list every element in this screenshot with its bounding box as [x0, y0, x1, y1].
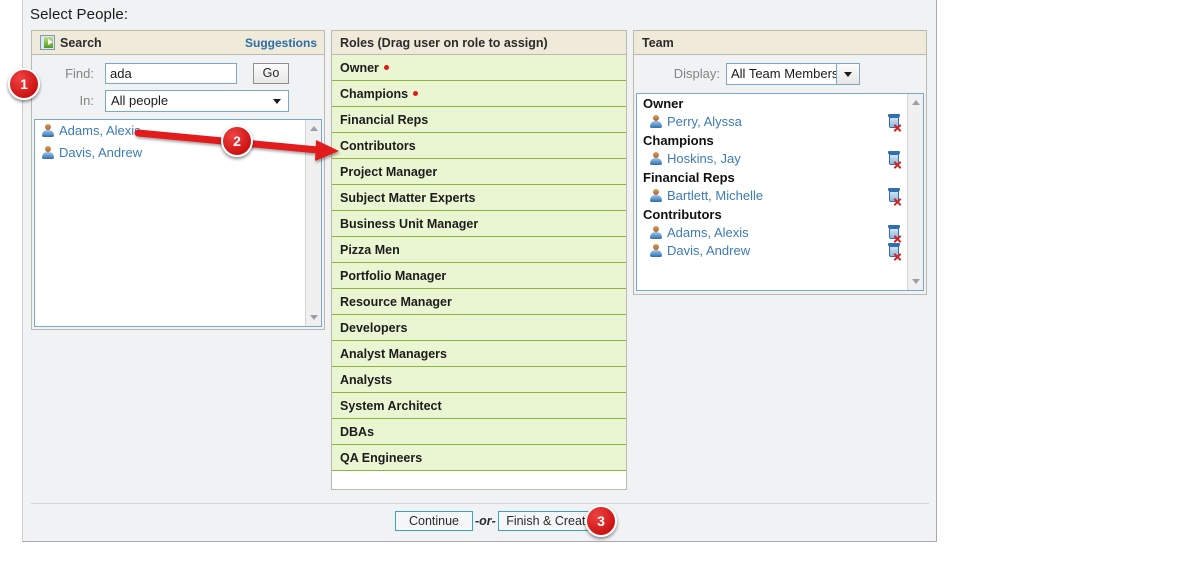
role-label: Project Manager	[340, 165, 438, 179]
role-row[interactable]: Developers	[332, 315, 626, 341]
callout-badge-3: 3	[585, 505, 617, 537]
role-row[interactable]: Owner	[332, 55, 626, 81]
role-label: Analyst Managers	[340, 347, 447, 361]
team-member-row[interactable]: Adams, Alexis	[637, 224, 923, 243]
role-row[interactable]: DBAs	[332, 419, 626, 445]
remove-member-icon[interactable]	[887, 151, 902, 169]
role-label: Champions	[340, 87, 409, 101]
team-panel-header: Team	[634, 31, 926, 55]
find-row: Find: Go	[32, 63, 324, 87]
search-icon	[40, 35, 55, 50]
person-icon	[41, 146, 54, 159]
callout-badge-1: 1	[8, 68, 40, 100]
role-label: Pizza Men	[340, 243, 400, 257]
scroll-down-icon[interactable]	[306, 309, 322, 325]
role-label: QA Engineers	[340, 451, 423, 465]
find-label: Find:	[65, 66, 94, 81]
team-group-title: Contributors	[643, 207, 722, 222]
display-label: Display:	[673, 66, 720, 81]
team-group-title: Owner	[643, 96, 684, 111]
role-label: Financial Reps	[340, 113, 429, 127]
team-member-row[interactable]: Perry, Alyssa	[637, 113, 923, 132]
search-panel-title: Search	[60, 36, 102, 50]
in-label: In:	[79, 93, 94, 108]
footer-divider	[31, 503, 929, 504]
person-icon	[649, 244, 662, 257]
role-label: Analysts	[340, 373, 393, 387]
role-row[interactable]: QA Engineers	[332, 445, 626, 471]
role-row[interactable]: Contributors	[332, 133, 626, 159]
team-member-row[interactable]: Davis, Andrew	[637, 242, 923, 261]
in-row: In: All people	[32, 90, 324, 114]
scope-select[interactable]: All people	[105, 90, 289, 112]
role-row[interactable]: Subject Matter Experts	[332, 185, 626, 211]
team-list[interactable]: Owner Perry, Alyssa Champions Hoskins, Jay F…	[636, 93, 924, 291]
required-dot-icon	[413, 91, 419, 96]
continue-button[interactable]: Continue	[395, 511, 473, 531]
role-label: DBAs	[340, 425, 375, 439]
role-row[interactable]: Project Manager	[332, 159, 626, 185]
team-member-name[interactable]: Davis, Andrew	[667, 243, 750, 258]
scroll-down-icon[interactable]	[908, 273, 924, 289]
person-icon	[649, 115, 662, 128]
team-member-name[interactable]: Perry, Alyssa	[667, 114, 742, 129]
role-row[interactable]: Pizza Men	[332, 237, 626, 263]
required-dot-icon	[383, 65, 389, 70]
role-row[interactable]: Business Unit Manager	[332, 211, 626, 237]
role-label: Business Unit Manager	[340, 217, 479, 231]
team-member-row[interactable]: Bartlett, Michelle	[637, 187, 923, 206]
role-label: Subject Matter Experts	[340, 191, 476, 205]
team-list-scrollbar[interactable]	[907, 94, 923, 290]
role-row[interactable]: System Architect	[332, 393, 626, 419]
role-row[interactable]: Portfolio Manager	[332, 263, 626, 289]
person-icon	[41, 124, 54, 137]
remove-member-icon[interactable]	[887, 188, 902, 206]
role-label: Portfolio Manager	[340, 269, 447, 283]
or-separator: -or-	[475, 514, 496, 528]
role-label: Resource Manager	[340, 295, 452, 309]
team-group-title: Champions	[643, 133, 714, 148]
search-input[interactable]	[105, 63, 237, 84]
team-member-name[interactable]: Bartlett, Michelle	[667, 188, 763, 203]
scope-select-value: All people	[111, 93, 169, 108]
display-select-value: All Team Members	[731, 66, 839, 81]
person-icon	[649, 152, 662, 165]
roles-panel-header: Roles (Drag user on role to assign)	[332, 31, 626, 55]
page-title: Select People:	[30, 6, 129, 23]
role-label: Owner	[340, 61, 379, 75]
role-row[interactable]: Analysts	[332, 367, 626, 393]
search-panel-header: Search Suggestions	[32, 31, 324, 55]
display-select[interactable]: All Team Members	[726, 63, 860, 85]
chevron-down-icon[interactable]	[836, 64, 859, 84]
select-people-window: Select People: Search Suggestions Find: …	[22, 0, 937, 542]
roles-panel: Roles (Drag user on role to assign) Owne…	[331, 30, 627, 490]
go-button[interactable]: Go	[253, 63, 289, 84]
roles-list: Owner Champions Financial Reps Contributors…	[332, 55, 626, 471]
remove-member-icon[interactable]	[887, 225, 902, 243]
team-member-name[interactable]: Adams, Alexis	[667, 225, 749, 240]
chevron-down-icon	[273, 99, 281, 104]
person-icon	[649, 189, 662, 202]
remove-member-icon[interactable]	[887, 243, 902, 261]
role-row[interactable]: Analyst Managers	[332, 341, 626, 367]
role-row[interactable]: Financial Reps	[332, 107, 626, 133]
footer-bar: Continue -or- Finish & Create!	[23, 511, 936, 541]
search-panel: Search Suggestions Find: Go In: All peop…	[31, 30, 325, 330]
team-member-row[interactable]: Hoskins, Jay	[637, 150, 923, 169]
suggestions-link[interactable]: Suggestions	[245, 31, 317, 55]
display-row: Display: All Team Members	[634, 63, 926, 87]
remove-member-icon[interactable]	[887, 114, 902, 132]
team-panel: Team Display: All Team Members Owner Perr…	[633, 30, 927, 295]
role-row[interactable]: Champions	[332, 81, 626, 107]
role-label: Developers	[340, 321, 408, 335]
person-icon	[649, 226, 662, 239]
team-group-title: Financial Reps	[643, 170, 735, 185]
role-label: System Architect	[340, 399, 442, 413]
role-label: Contributors	[340, 139, 416, 153]
team-member-name[interactable]: Hoskins, Jay	[667, 151, 741, 166]
scroll-up-icon[interactable]	[908, 95, 924, 111]
role-row[interactable]: Resource Manager	[332, 289, 626, 315]
callout-badge-2: 2	[221, 125, 253, 157]
